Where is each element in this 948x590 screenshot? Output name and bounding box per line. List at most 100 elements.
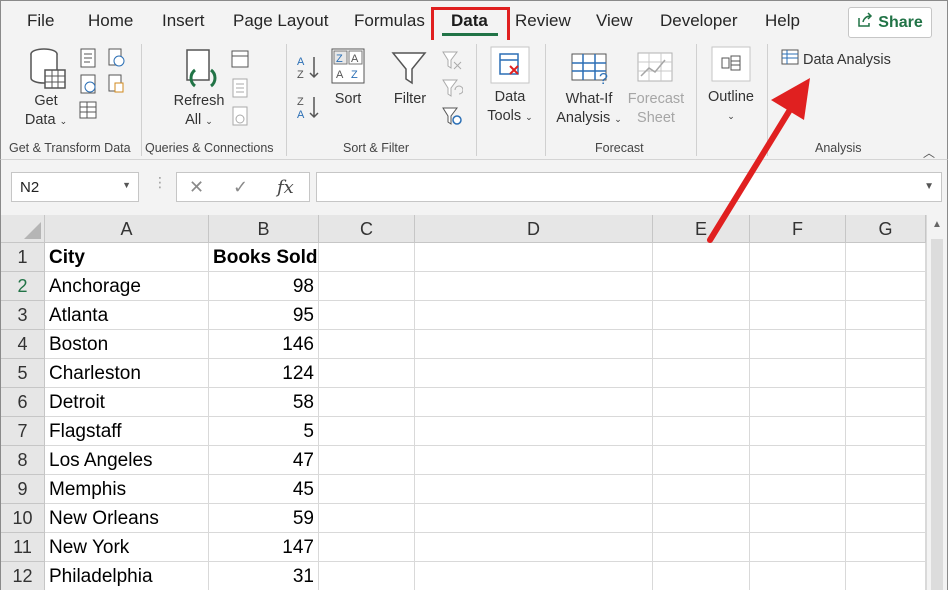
collapse-ribbon-icon[interactable]: ︿ (923, 144, 935, 161)
empty-cell[interactable] (653, 533, 750, 562)
empty-cell[interactable] (319, 475, 415, 504)
city-cell[interactable]: New Orleans (45, 504, 209, 533)
empty-cell[interactable] (415, 475, 653, 504)
header-cell-city[interactable]: City (45, 243, 209, 272)
column-header-f[interactable]: F (750, 215, 846, 243)
city-cell[interactable]: Los Angeles (45, 446, 209, 475)
share-button[interactable]: Share (848, 7, 932, 38)
row-header[interactable]: 3 (1, 301, 45, 330)
chevron-down-icon[interactable]: ▼ (924, 181, 934, 192)
empty-cell[interactable] (846, 562, 926, 590)
row-header[interactable]: 7 (1, 417, 45, 446)
tab-home[interactable]: Home (88, 11, 133, 31)
from-web-icon[interactable] (79, 74, 97, 99)
empty-cell[interactable] (750, 504, 846, 533)
name-box[interactable]: N2 ▼ (11, 172, 139, 202)
empty-cell[interactable] (415, 533, 653, 562)
tab-page-layout[interactable]: Page Layout (233, 11, 328, 31)
empty-cell[interactable] (750, 243, 846, 272)
books-sold-cell[interactable]: 147 (209, 533, 319, 562)
books-sold-cell[interactable]: 98 (209, 272, 319, 301)
city-cell[interactable]: Charleston (45, 359, 209, 388)
chevron-down-icon[interactable]: ▼ (122, 180, 131, 190)
empty-cell[interactable] (415, 417, 653, 446)
from-table-icon[interactable] (79, 100, 97, 125)
filter-button[interactable]: Filter (387, 90, 433, 109)
data-analysis-button[interactable]: Data Analysis (781, 49, 891, 71)
empty-cell[interactable] (846, 417, 926, 446)
column-header-g[interactable]: G (846, 215, 926, 243)
advanced-filter-icon[interactable] (441, 106, 463, 131)
row-header[interactable]: 8 (1, 446, 45, 475)
scrollbar-thumb[interactable] (931, 239, 943, 590)
books-sold-cell[interactable]: 45 (209, 475, 319, 504)
empty-cell[interactable] (319, 301, 415, 330)
column-header-b[interactable]: B (209, 215, 319, 243)
empty-cell[interactable] (846, 272, 926, 301)
empty-cell[interactable] (846, 504, 926, 533)
outline-button[interactable]: Outline ⌄ (701, 88, 761, 126)
insert-function-icon[interactable]: fx (277, 177, 294, 198)
empty-cell[interactable] (319, 388, 415, 417)
empty-cell[interactable] (415, 446, 653, 475)
empty-cell[interactable] (750, 388, 846, 417)
books-sold-cell[interactable]: 58 (209, 388, 319, 417)
empty-cell[interactable] (319, 417, 415, 446)
vertical-scrollbar[interactable]: ▲ (926, 215, 947, 590)
column-header-e[interactable]: E (653, 215, 750, 243)
tab-file[interactable]: File (27, 11, 54, 31)
sort-button[interactable]: Sort (327, 90, 369, 109)
scroll-up-icon[interactable]: ▲ (932, 219, 942, 230)
empty-cell[interactable] (319, 359, 415, 388)
reapply-filter-icon[interactable] (441, 78, 464, 103)
empty-cell[interactable] (415, 359, 653, 388)
empty-cell[interactable] (846, 388, 926, 417)
empty-cell[interactable] (653, 417, 750, 446)
empty-cell[interactable] (653, 359, 750, 388)
empty-cell[interactable] (319, 243, 415, 272)
tab-insert[interactable]: Insert (162, 11, 205, 31)
empty-cell[interactable] (653, 562, 750, 590)
data-tools-button[interactable]: Data Tools ⌄ (483, 88, 537, 127)
empty-cell[interactable] (653, 330, 750, 359)
empty-cell[interactable] (846, 301, 926, 330)
empty-cell[interactable] (653, 504, 750, 533)
tab-developer[interactable]: Developer (660, 11, 738, 31)
row-header[interactable]: 10 (1, 504, 45, 533)
empty-cell[interactable] (653, 272, 750, 301)
city-cell[interactable]: New York (45, 533, 209, 562)
empty-cell[interactable] (415, 388, 653, 417)
empty-cell[interactable] (750, 533, 846, 562)
empty-cell[interactable] (415, 504, 653, 533)
empty-cell[interactable] (846, 475, 926, 504)
get-data-button[interactable]: Get Data ⌄ (15, 92, 77, 131)
empty-cell[interactable] (750, 417, 846, 446)
empty-cell[interactable] (653, 446, 750, 475)
row-header[interactable]: 9 (1, 475, 45, 504)
empty-cell[interactable] (319, 504, 415, 533)
what-if-analysis-button[interactable]: What-If Analysis ⌄ (553, 90, 625, 129)
empty-cell[interactable] (415, 272, 653, 301)
tab-review[interactable]: Review (515, 11, 571, 31)
row-header[interactable]: 1 (1, 243, 45, 272)
empty-cell[interactable] (750, 272, 846, 301)
row-header[interactable]: 11 (1, 533, 45, 562)
books-sold-cell[interactable]: 5 (209, 417, 319, 446)
empty-cell[interactable] (653, 301, 750, 330)
clear-filter-icon[interactable] (441, 50, 463, 75)
empty-cell[interactable] (846, 446, 926, 475)
empty-cell[interactable] (415, 562, 653, 590)
empty-cell[interactable] (750, 330, 846, 359)
empty-cell[interactable] (846, 359, 926, 388)
refresh-all-button[interactable]: Refresh All ⌄ (169, 92, 229, 131)
books-sold-cell[interactable]: 47 (209, 446, 319, 475)
books-sold-cell[interactable]: 31 (209, 562, 319, 590)
city-cell[interactable]: Flagstaff (45, 417, 209, 446)
empty-cell[interactable] (415, 330, 653, 359)
books-sold-cell[interactable]: 59 (209, 504, 319, 533)
books-sold-cell[interactable]: 95 (209, 301, 319, 330)
from-text-icon[interactable] (79, 48, 97, 73)
sort-a-to-z-icon[interactable]: AZ (297, 54, 323, 85)
formula-bar-grip-icon[interactable]: ⋮ (153, 174, 167, 191)
empty-cell[interactable] (750, 301, 846, 330)
